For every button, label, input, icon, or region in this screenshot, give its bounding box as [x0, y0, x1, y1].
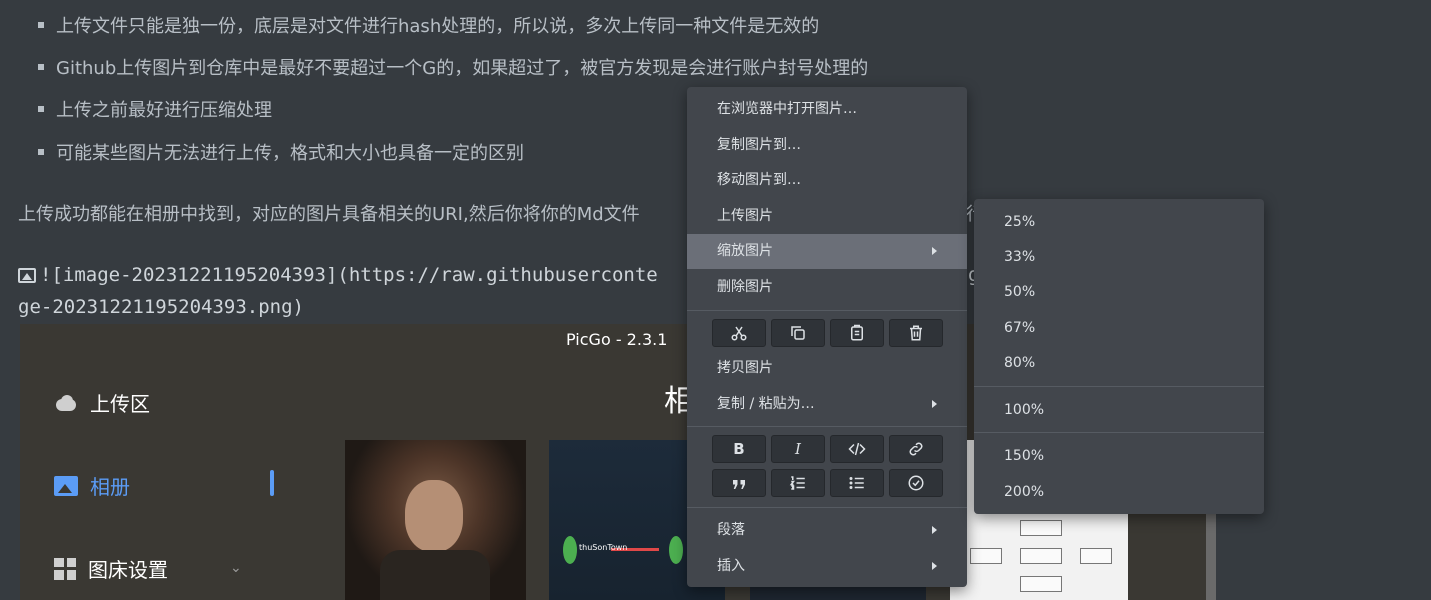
paragraph-text: 上传成功都能在相册中找到，对应的图片具备相关的URI,然后你将你的Md文件 — [18, 204, 640, 225]
thumbnail-photo — [345, 440, 526, 600]
zoom-submenu: 25% 33% 50% 67% 80% 100% 150% 200% — [974, 199, 1264, 514]
submenu-arrow-icon — [932, 247, 937, 255]
menu-item-upload-image[interactable]: 上传图片 — [687, 199, 967, 234]
bullet-dot — [38, 149, 44, 155]
menu-item-copy-image[interactable]: 拷贝图片 — [687, 351, 967, 386]
trash-icon — [910, 325, 922, 341]
menu-item-copy-paste-as[interactable]: 复制 / 粘贴为… — [687, 387, 967, 422]
quote-icon — [733, 480, 745, 489]
nav-label: 图床设置 — [88, 558, 168, 582]
bullet-text: Github上传图片到仓库中是最好不要超过一个G的，如果超过了，被官方发现是会进… — [56, 58, 869, 79]
menu-label: 段落 — [717, 522, 745, 538]
menu-divider — [687, 507, 967, 508]
copy-button[interactable] — [771, 319, 825, 347]
code-button[interactable] — [830, 435, 884, 463]
zoom-option-50[interactable]: 50% — [974, 275, 1264, 310]
bullet-dot — [38, 64, 44, 70]
list-item: 上传文件只能是独一份，底层是对文件进行hash处理的，所以说，多次上传同一种文件… — [38, 12, 819, 38]
menu-label: 插入 — [717, 558, 745, 574]
list-item: 可能某些图片无法进行上传，格式和大小也具备一定的区别 — [38, 139, 524, 165]
menu-divider — [687, 426, 967, 427]
menu-item-move-image-to[interactable]: 移动图片到… — [687, 163, 967, 198]
cut-button[interactable] — [712, 319, 766, 347]
link-button[interactable] — [889, 435, 943, 463]
code-icon — [848, 442, 866, 456]
clipboard-icon — [851, 324, 863, 341]
italic-icon: I — [795, 440, 801, 458]
zoom-option-200[interactable]: 200% — [974, 475, 1264, 510]
zoom-option-80[interactable]: 80% — [974, 346, 1264, 381]
bullet-text: 上传文件只能是独一份，底层是对文件进行hash处理的，所以说，多次上传同一种文件… — [56, 16, 820, 37]
copy-icon — [791, 326, 805, 340]
menu-item-delete-image[interactable]: 删除图片 — [687, 270, 967, 305]
zoom-option-25[interactable]: 25% — [974, 205, 1264, 240]
thumb-label: thuSonTown — [579, 543, 628, 552]
menu-divider — [687, 310, 967, 311]
active-indicator — [270, 470, 274, 496]
submenu-arrow-icon — [932, 526, 937, 534]
paste-button[interactable] — [830, 319, 884, 347]
nav-label: 上传区 — [90, 392, 150, 416]
bullet-text: 上传之前最好进行压缩处理 — [56, 100, 272, 121]
bullet-dot — [38, 106, 44, 112]
menu-label: 缩放图片 — [717, 243, 773, 259]
bullet-list-icon — [849, 477, 864, 489]
menu-item-copy-image-to[interactable]: 复制图片到… — [687, 128, 967, 163]
bold-icon: B — [733, 440, 745, 458]
zoom-option-33[interactable]: 33% — [974, 240, 1264, 275]
menu-item-paragraph[interactable]: 段落 — [687, 513, 967, 548]
zoom-option-100[interactable]: 100% — [974, 393, 1264, 428]
image-icon — [54, 475, 78, 496]
picgo-nav-album: 相册 — [54, 471, 130, 500]
menu-divider — [974, 386, 1264, 387]
zoom-option-150[interactable]: 150% — [974, 439, 1264, 474]
cloud-upload-icon — [54, 394, 78, 411]
bullet-text: 可能某些图片无法进行上传，格式和大小也具备一定的区别 — [56, 143, 524, 164]
menu-item-insert[interactable]: 插入 — [687, 549, 967, 584]
list-item: Github上传图片到仓库中是最好不要超过一个G的，如果超过了，被官方发现是会进… — [38, 54, 868, 80]
picgo-window-title: PicGo - 2.3.1 — [566, 330, 668, 349]
link-icon — [909, 442, 923, 456]
ordered-list-icon — [789, 476, 805, 490]
markdown-image-source-line-2[interactable]: ge-20231221195204393.png) — [18, 296, 304, 318]
delete-button[interactable] — [889, 319, 943, 347]
ordered-list-button[interactable] — [771, 469, 825, 497]
task-list-button[interactable] — [889, 469, 943, 497]
context-menu: 在浏览器中打开图片… 复制图片到… 移动图片到… 上传图片 缩放图片 删除图片 … — [687, 87, 967, 587]
italic-button[interactable]: I — [771, 435, 825, 463]
task-list-icon — [908, 475, 924, 491]
menu-item-zoom-image[interactable]: 缩放图片 — [687, 234, 967, 269]
code-text: ![image-20231221195204393](https://raw.g… — [40, 264, 658, 286]
picgo-nav-upload: 上传区 — [54, 388, 150, 417]
submenu-arrow-icon — [932, 400, 937, 408]
bullet-list-button[interactable] — [830, 469, 884, 497]
chevron-down-icon: ⌄ — [230, 560, 242, 576]
menu-item-open-in-browser[interactable]: 在浏览器中打开图片… — [687, 92, 967, 127]
quote-button[interactable] — [712, 469, 766, 497]
menu-divider — [974, 432, 1264, 433]
picgo-nav-settings: 图床设置 — [54, 554, 168, 583]
zoom-option-67[interactable]: 67% — [974, 311, 1264, 346]
grid-icon — [54, 557, 76, 580]
menu-label: 复制 / 粘贴为… — [717, 396, 815, 412]
scissors-icon — [731, 326, 747, 341]
list-item: 上传之前最好进行压缩处理 — [38, 96, 272, 122]
image-icon — [18, 268, 36, 283]
submenu-arrow-icon — [932, 562, 937, 570]
bold-button[interactable]: B — [712, 435, 766, 463]
markdown-image-source-line[interactable]: ![image-20231221195204393](https://raw.g… — [18, 264, 658, 286]
bullet-dot — [38, 22, 44, 28]
nav-label: 相册 — [90, 475, 130, 499]
